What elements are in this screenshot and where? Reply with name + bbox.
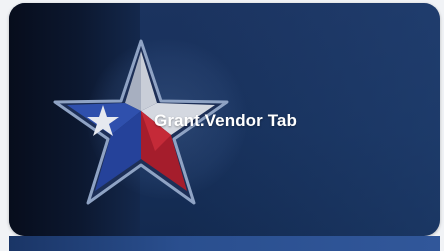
tile-title: Grant.Vendor Tab bbox=[154, 111, 297, 130]
grant-vendor-tab-tile[interactable]: Grant.Vendor Tab bbox=[9, 3, 440, 236]
bottom-strip bbox=[9, 236, 440, 251]
